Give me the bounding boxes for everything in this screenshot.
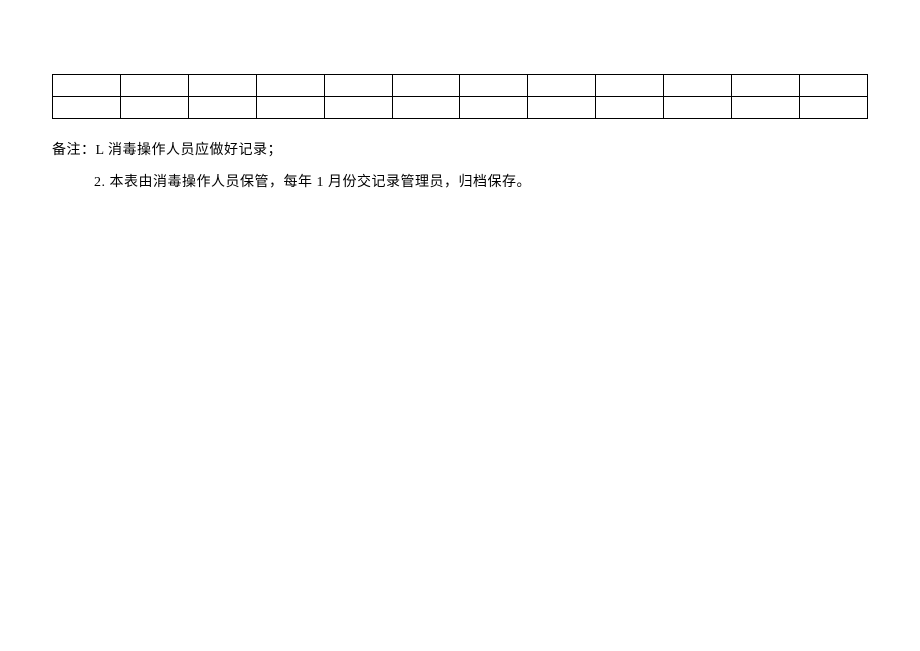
table-cell (120, 97, 188, 119)
table-cell (528, 97, 596, 119)
table-cell (188, 97, 256, 119)
table-cell (596, 75, 664, 97)
note-line-1: 备注：L 消毒操作人员应做好记录； (52, 135, 868, 167)
table-cell (664, 75, 732, 97)
table-cell (256, 75, 324, 97)
table-cell (53, 97, 121, 119)
table-cell (732, 97, 800, 119)
note-line-2: 2. 本表由消毒操作人员保管，每年 1 月份交记录管理员，归档保存。 (52, 167, 868, 199)
table-cell (120, 75, 188, 97)
notes-section: 备注：L 消毒操作人员应做好记录； 2. 本表由消毒操作人员保管，每年 1 月份… (52, 135, 868, 199)
table-cell (324, 97, 392, 119)
table-cell (664, 97, 732, 119)
record-table (52, 74, 868, 119)
table-row (53, 97, 868, 119)
table-cell (256, 97, 324, 119)
table-cell (392, 97, 460, 119)
table-cell (53, 75, 121, 97)
table-cell (528, 75, 596, 97)
table-cell (460, 75, 528, 97)
table-cell (596, 97, 664, 119)
table-cell (460, 97, 528, 119)
table-cell (732, 75, 800, 97)
document-page: 备注：L 消毒操作人员应做好记录； 2. 本表由消毒操作人员保管，每年 1 月份… (0, 0, 920, 199)
table-cell (324, 75, 392, 97)
table-cell (799, 75, 867, 97)
table-cell (188, 75, 256, 97)
table-cell (799, 97, 867, 119)
table-cell (392, 75, 460, 97)
table-row (53, 75, 868, 97)
